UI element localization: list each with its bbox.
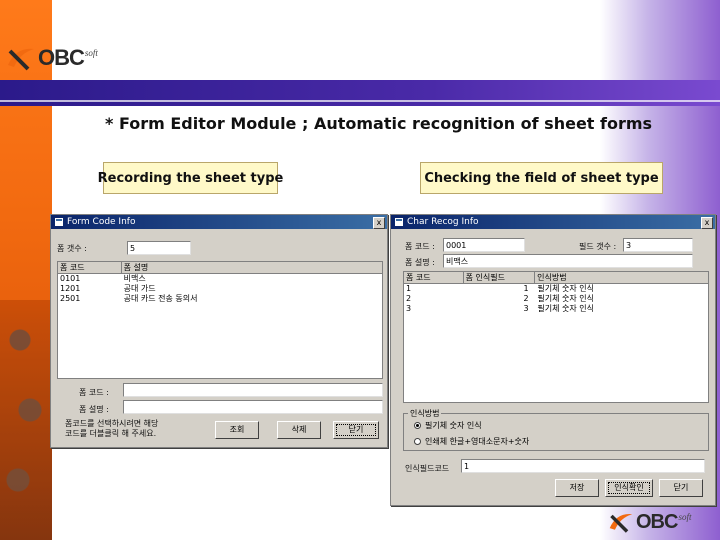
page-title: * Form Editor Module ; Automatic recogni… xyxy=(105,114,653,133)
swoosh-icon xyxy=(609,514,633,533)
header-bar xyxy=(0,80,720,106)
form-code-window: Form Code Info x 폼 갯수 : 5 폼 코드 폼 설명 0101… xyxy=(50,214,388,448)
form-count-label: 폼 갯수 : xyxy=(57,244,87,253)
obc-logo: OBC soft xyxy=(6,44,98,72)
save-button[interactable]: 저장 xyxy=(555,479,599,497)
form-count-field[interactable]: 5 xyxy=(127,241,191,255)
table-row[interactable]: 1201 공대 가드 xyxy=(58,284,382,294)
cell-field: 1 xyxy=(523,284,529,293)
obc-logo-bottom: OBC soft xyxy=(608,508,691,536)
cell-code: 3 xyxy=(406,304,412,313)
cell-method: 필기체 숫자 인식 xyxy=(537,304,595,313)
table-row[interactable]: 0101 비맥스 xyxy=(58,274,382,284)
cell-method: 필기체 숫자 인식 xyxy=(537,284,595,293)
cell-method: 필기체 숫자 인식 xyxy=(537,294,595,303)
radio-printed-hangul[interactable]: 인쇄체 한글+영대소문자+숫자 xyxy=(414,436,529,447)
form-list-grid[interactable]: 폼 코드 폼 설명 0101 비맥스 1201 공대 가드 2501 공대 카드… xyxy=(57,261,383,379)
form-desc-field[interactable] xyxy=(123,400,383,414)
window-title: Char Recog Info xyxy=(407,217,479,227)
column-header[interactable]: 폼 설명 xyxy=(122,262,382,273)
logo-text: OBC xyxy=(38,45,85,70)
recog-method-group: 인식방법 필기체 숫자 인식 인쇄체 한글+영대소문자+숫자 xyxy=(403,408,709,451)
form-name-field[interactable]: 비맥스 xyxy=(443,254,693,268)
confirm-recog-button[interactable]: 인식확인 xyxy=(605,479,653,497)
form-code-label: 폼 코드 : xyxy=(405,242,435,251)
table-row[interactable]: 3 3 필기체 숫자 인식 xyxy=(404,304,708,314)
grid-header: 폼 코드 폼 설명 xyxy=(58,262,382,274)
field-list-grid[interactable]: 폼 코드 폼 인식필드 인식방법 1 1 필기체 숫자 인식 2 2 필기체 숫… xyxy=(403,271,709,403)
table-row[interactable]: 1 1 필기체 숫자 인식 xyxy=(404,284,708,294)
radio-on-icon xyxy=(414,422,421,429)
cell-code: 1 xyxy=(406,284,412,293)
table-row[interactable]: 2501 공대 카드 전송 동의서 xyxy=(58,294,382,304)
radio-handwritten-digits[interactable]: 필기체 숫자 인식 xyxy=(414,420,482,431)
hint-line: 폼코드를 선택하시려면 해당 xyxy=(65,419,159,428)
search-button[interactable]: 조회 xyxy=(215,421,259,439)
char-recog-window: Char Recog Info x 폼 코드 : 0001 필드 갯수 : 3 … xyxy=(390,214,716,506)
logo-suffix: soft xyxy=(84,48,98,58)
recog-field-input[interactable]: 1 xyxy=(461,459,705,473)
radio-label: 필기체 숫자 인식 xyxy=(425,421,482,430)
hint-text: 폼코드를 선택하시려면 해당 코드를 더블클릭 해 주세요. xyxy=(65,419,158,439)
form-code-field[interactable]: 0001 xyxy=(443,238,525,252)
close-dialog-button[interactable]: 닫기 xyxy=(659,479,703,497)
close-dialog-button[interactable]: 닫기 xyxy=(333,421,379,439)
cell-code: 0101 xyxy=(60,274,81,283)
window-icon xyxy=(55,218,63,226)
recog-field-label: 인식필드코드 xyxy=(405,464,450,473)
window-title-bar[interactable]: Form Code Info x xyxy=(51,215,387,229)
window-title-bar[interactable]: Char Recog Info x xyxy=(391,215,715,229)
cell-field: 2 xyxy=(523,294,529,303)
form-code-label: 폼 코드 : xyxy=(79,388,109,397)
hint-line: 코드를 더블클릭 해 주세요. xyxy=(65,429,157,438)
column-header[interactable]: 폼 코드 xyxy=(58,262,122,273)
cell-desc: 비맥스 xyxy=(123,274,146,283)
right-caption: Checking the field of sheet type xyxy=(420,162,663,194)
cell-field: 3 xyxy=(523,304,529,313)
table-row[interactable]: 2 2 필기체 숫자 인식 xyxy=(404,294,708,304)
cell-code: 2 xyxy=(406,294,412,303)
cell-code: 2501 xyxy=(60,294,81,303)
cell-code: 1201 xyxy=(60,284,81,293)
column-header[interactable]: 폼 코드 xyxy=(404,272,464,283)
form-name-label: 폼 설명 : xyxy=(405,258,435,267)
field-count-label: 필드 갯수 : xyxy=(579,242,617,251)
logo-suffix: soft xyxy=(678,512,692,522)
grid-header: 폼 코드 폼 인식필드 인식방법 xyxy=(404,272,708,284)
radio-off-icon xyxy=(414,438,421,445)
column-header[interactable]: 폼 인식필드 xyxy=(464,272,536,283)
form-desc-label: 폼 설명 : xyxy=(79,405,109,414)
left-caption: Recording the sheet type xyxy=(98,162,283,194)
window-title: Form Code Info xyxy=(67,217,136,227)
field-count-field[interactable]: 3 xyxy=(623,238,693,252)
group-label: 인식방법 xyxy=(408,408,442,419)
cell-desc: 공대 가드 xyxy=(123,284,156,293)
swoosh-icon xyxy=(8,48,34,71)
typewriter-keys-image xyxy=(0,300,52,540)
cell-desc: 공대 카드 전송 동의서 xyxy=(123,294,198,303)
radio-label: 인쇄체 한글+영대소문자+숫자 xyxy=(425,437,530,446)
form-code-field[interactable] xyxy=(123,383,383,397)
delete-button[interactable]: 삭제 xyxy=(277,421,321,439)
logo-text: OBC xyxy=(636,510,678,533)
window-icon xyxy=(395,218,403,226)
column-header[interactable]: 인식방법 xyxy=(535,272,708,283)
close-button[interactable]: x xyxy=(701,217,713,229)
close-button[interactable]: x xyxy=(373,217,385,229)
